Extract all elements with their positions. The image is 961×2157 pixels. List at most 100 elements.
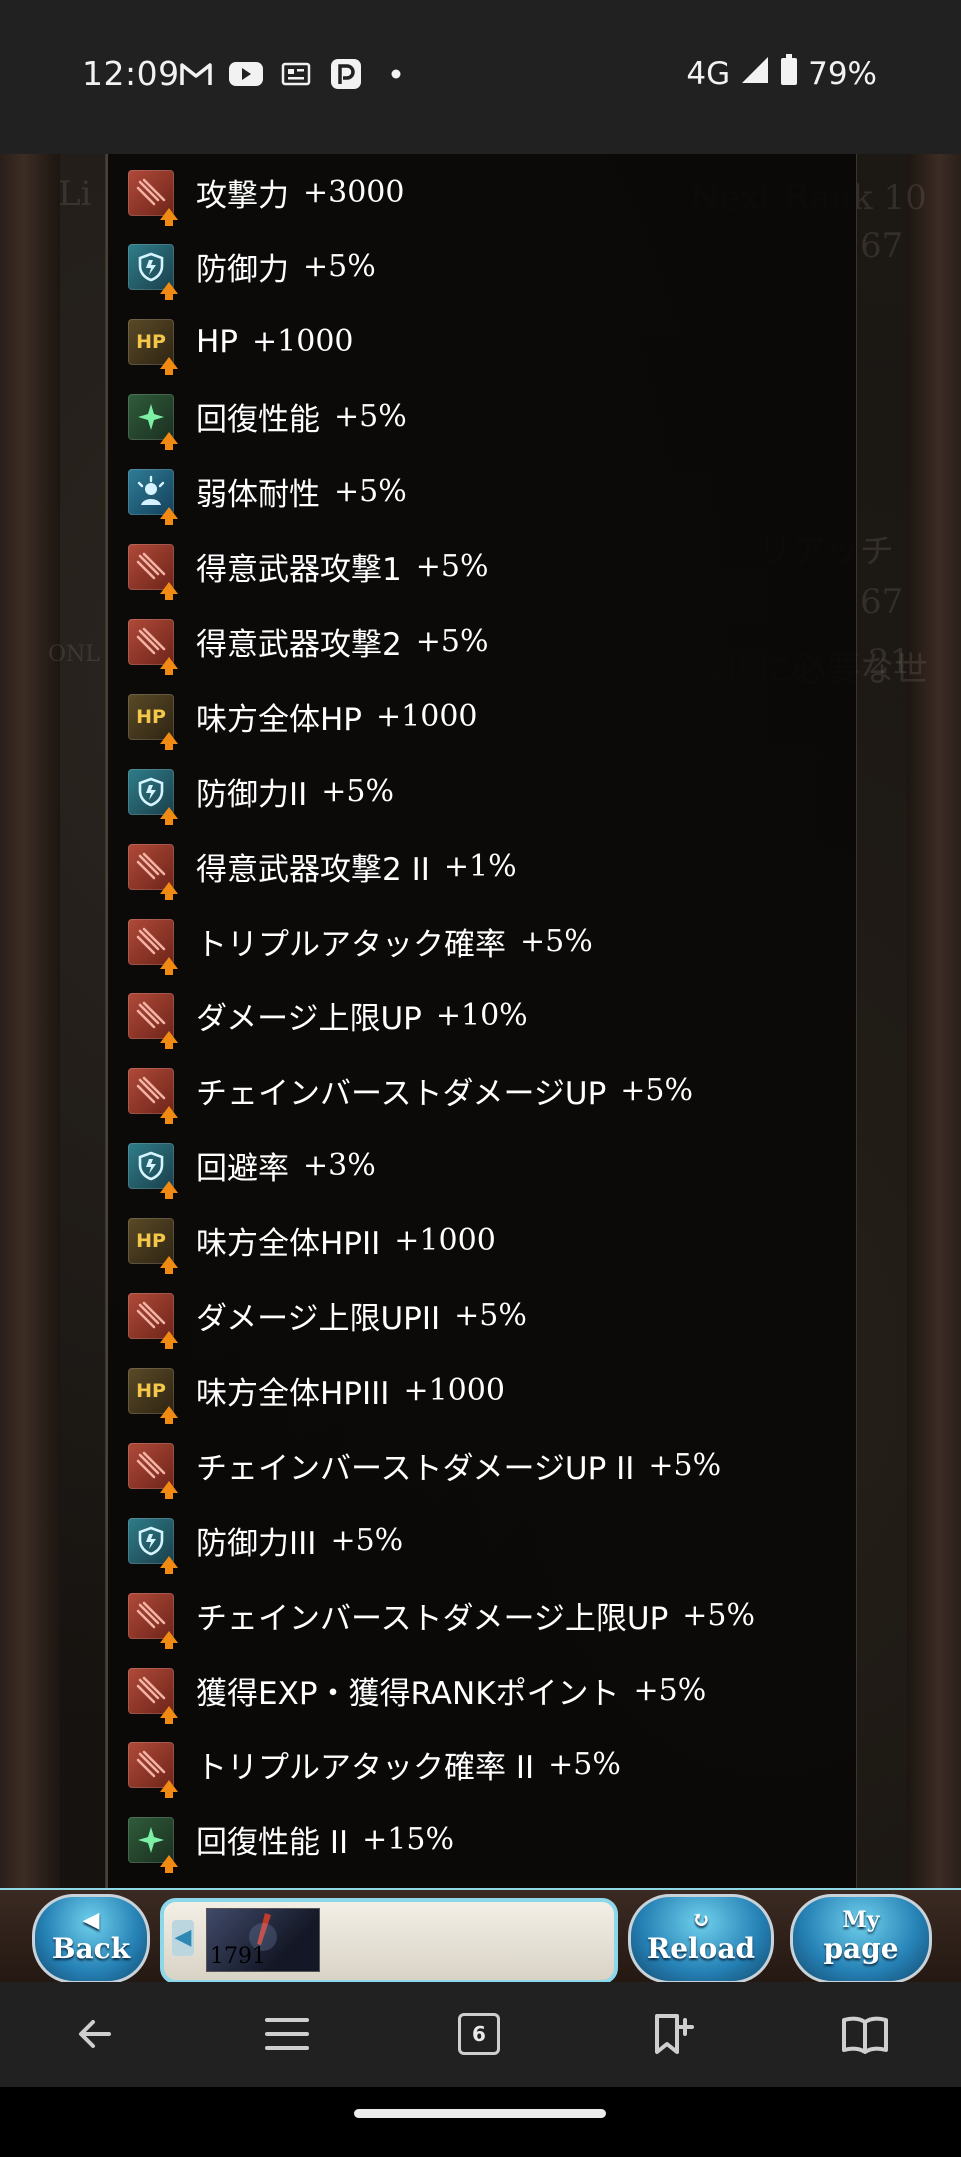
skill-value: +5% (334, 474, 407, 509)
mypage-button[interactable]: My page (790, 1894, 932, 1984)
skill-name: 獲得EXP・獲得RANKポイント (196, 1676, 620, 1712)
skill-name: 回復性能 (196, 402, 320, 438)
frame-right (907, 154, 961, 1888)
skill-name: 得意武器攻撃2 II (196, 852, 430, 888)
skill-name: 回避率 (196, 1151, 289, 1187)
skill-value: +5% (520, 924, 593, 959)
up-arrow-icon (160, 881, 178, 900)
skill-row: 防御力II +5% (128, 754, 394, 829)
notification-icons (178, 56, 414, 92)
attack-up-icon (128, 1667, 178, 1724)
skill-name: チェインバーストダメージ上限UP (196, 1601, 669, 1637)
browser-bookmark-button[interactable] (645, 2006, 701, 2062)
up-arrow-icon (160, 1030, 178, 1049)
attack-up-icon (128, 1292, 178, 1349)
browser-tabs-button[interactable]: 6 (451, 2006, 507, 2062)
skill-row: 獲得EXP・獲得RANKポイント +5% (128, 1653, 706, 1728)
up-arrow-icon (160, 956, 178, 975)
browser-back-button[interactable] (67, 2006, 123, 2062)
skill-value: +5% (321, 774, 395, 809)
skill-name: 得意武器攻撃2 (196, 627, 402, 663)
skill-name: 弱体耐性 (196, 477, 320, 513)
skill-name: 味方全体HP (196, 702, 363, 738)
bg-text-mid-number: 21 (868, 642, 912, 682)
reload-icon: ↻ (691, 1907, 711, 1933)
home-indicator[interactable] (354, 2109, 606, 2118)
up-arrow-icon (160, 1854, 178, 1873)
skill-value: +5% (548, 1747, 621, 1782)
up-arrow-icon (160, 1555, 178, 1574)
up-arrow-icon (160, 506, 178, 525)
reload-label: Reload (646, 1932, 756, 1965)
frame-left (0, 154, 60, 1888)
bookmark-add-icon (655, 2014, 694, 2054)
debuff-resist-icon (128, 468, 178, 525)
skill-row: 得意武器攻撃1 +5% (128, 529, 488, 604)
up-arrow-icon (160, 1630, 178, 1649)
browser-menu-button[interactable] (259, 2006, 315, 2062)
battery-percent: 79% (808, 56, 877, 92)
chevron-left-icon[interactable]: ◀ (172, 1920, 194, 1956)
skill-name: 防御力II (196, 777, 308, 813)
skill-value: +3000 (303, 175, 405, 210)
up-arrow-icon (160, 1779, 178, 1798)
skill-list-panel[interactable]: 攻撃力 +3000 防御力 +5% HP HP +1000 回復性能 +5% 弱体耐性 +5% 得意武… (105, 154, 857, 1888)
back-button[interactable]: ◀ Back (32, 1894, 150, 1984)
skill-row: チェインバーストダメージ上限UP +5% (128, 1578, 755, 1653)
skill-name: HP (196, 323, 239, 360)
reader-icon (842, 2016, 888, 2054)
signal-icon (740, 55, 770, 93)
back-label: Back (51, 1932, 131, 1965)
defense-up-icon (128, 1142, 178, 1199)
tabs-icon: 6 (458, 2013, 500, 2055)
skill-name: ダメージ上限UP (196, 1001, 422, 1037)
defense-up-icon (128, 243, 178, 300)
news-icon (278, 59, 314, 89)
up-arrow-icon (160, 1105, 178, 1124)
up-arrow-icon (160, 1705, 178, 1724)
skill-row: HP HP +1000 (128, 304, 354, 379)
skill-value: +5% (303, 249, 376, 284)
status-right: 4G 79% (686, 54, 877, 94)
up-arrow-icon (160, 1480, 178, 1499)
skill-value: +3% (303, 1148, 376, 1183)
attack-up-icon (128, 992, 178, 1049)
up-arrow-icon (160, 656, 178, 675)
up-arrow-icon (160, 1405, 178, 1424)
game-bottom-bar: ◀ Back ◀ 1791 ↻ Reload My page (0, 1888, 961, 1984)
up-arrow-icon (160, 806, 178, 825)
skill-value: +5% (648, 1448, 722, 1483)
up-arrow-icon (160, 731, 178, 750)
item-count: 1791 (210, 1944, 266, 1969)
hp-icon-label: HP (136, 1229, 166, 1252)
browser-toolbar: 6 (0, 1982, 961, 2087)
attack-up-icon (128, 918, 178, 975)
skill-name: チェインバーストダメージUP II (196, 1451, 635, 1487)
skill-value: +5% (454, 1298, 527, 1333)
skill-row: 回復性能 +5% (128, 379, 407, 454)
skill-name: トリプルアタック確率 II (196, 1750, 535, 1786)
skill-row: 防御力 +5% (128, 229, 376, 304)
attack-up-icon (128, 1067, 178, 1124)
panel-border (106, 154, 108, 1888)
skill-row: 得意武器攻撃2 +5% (128, 604, 488, 679)
up-arrow-icon (160, 281, 178, 300)
skill-value: +1000 (252, 324, 354, 359)
attack-up-icon (128, 169, 178, 226)
browser-reader-button[interactable] (837, 2006, 893, 2062)
attack-up-icon (128, 543, 178, 600)
skill-row: HP 味方全体HPII +1000 (128, 1203, 496, 1278)
skill-row: ダメージ上限UP +10% (128, 978, 528, 1053)
skill-value: +1000 (394, 1223, 496, 1258)
skill-row: チェインバーストダメージUP +5% (128, 1053, 693, 1128)
bg-text-value: 67 (860, 226, 904, 266)
skill-row: 防御力III +5% (128, 1503, 403, 1578)
youtube-icon (228, 59, 264, 89)
reload-button[interactable]: ↻ Reload (628, 1894, 774, 1984)
skill-value: +1000 (403, 1373, 505, 1408)
bg-text-level: Li (58, 174, 92, 214)
skill-value: +5% (633, 1673, 707, 1708)
skill-row: 弱体耐性 +5% (128, 454, 407, 529)
skill-name: 味方全体HPII (196, 1226, 381, 1262)
shortcut-panel[interactable]: ◀ 1791 (160, 1898, 618, 1984)
